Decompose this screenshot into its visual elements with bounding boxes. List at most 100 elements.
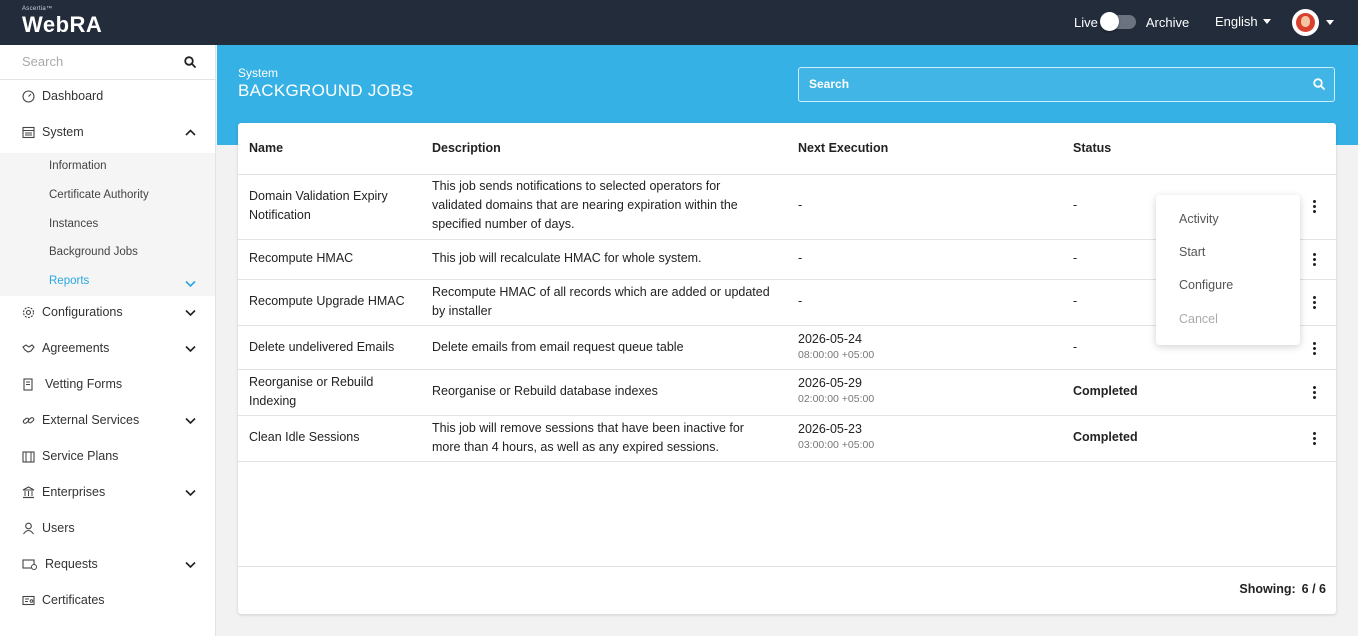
handshake-icon: [22, 343, 35, 353]
sidebar-item-label: Enterprises: [42, 485, 106, 499]
menu-item-activity[interactable]: Activity: [1179, 212, 1219, 226]
chevron-down-icon[interactable]: [185, 417, 196, 424]
system-icon: [22, 126, 35, 138]
next-execution-date: 2026-05-23: [798, 422, 862, 436]
sidebar-item-vetting-forms[interactable]: Vetting Forms: [0, 366, 215, 402]
menu-item-cancel: Cancel: [1179, 312, 1218, 326]
archive-label: Archive: [1145, 14, 1190, 30]
sidebar-item-dashboard[interactable]: Dashboard: [0, 78, 215, 114]
sidebar-item-users[interactable]: Users: [0, 510, 215, 546]
next-execution-date: 2026-05-29: [798, 376, 862, 390]
chevron-down-icon[interactable]: [185, 489, 196, 496]
sidebar-item-label: Certificates: [42, 593, 105, 607]
column-header-description[interactable]: Description: [432, 141, 501, 155]
system-submenu: Information Certificate Authority Instan…: [0, 153, 215, 296]
sidebar-search-input[interactable]: [22, 54, 172, 69]
link-icon: [22, 416, 35, 424]
sidebar-item-configurations[interactable]: Configurations: [0, 294, 215, 330]
job-status: -: [1073, 251, 1078, 265]
sidebar-item-enterprises[interactable]: Enterprises: [0, 474, 215, 510]
sidebar-item-agreements[interactable]: Agreements: [0, 330, 215, 366]
user-icon: [23, 522, 34, 534]
sidebar-item-label: Service Plans: [42, 449, 119, 463]
menu-item-configure[interactable]: Configure: [1179, 278, 1233, 292]
brand-name: WebRA: [22, 12, 103, 37]
chevron-down-icon[interactable]: [185, 345, 196, 352]
job-next-execution: 2026-05-23 03:00:00 +05:00: [798, 421, 874, 452]
job-description: This job will recalculate HMAC for whole…: [432, 251, 702, 265]
sidebar-subitem-background-jobs[interactable]: Background Jobs: [49, 246, 138, 258]
next-execution-time: 02:00:00 +05:00: [798, 393, 875, 405]
avatar: [1292, 9, 1319, 36]
chevron-down-icon[interactable]: [185, 280, 196, 287]
live-label: Live: [1074, 14, 1098, 30]
bank-icon: [22, 485, 35, 498]
showing-label: Showing:: [1239, 582, 1296, 596]
menu-item-start[interactable]: Start: [1179, 245, 1205, 259]
row-actions-kebab-icon[interactable]: [1309, 199, 1319, 215]
column-header-name[interactable]: Name: [249, 141, 283, 155]
jobs-search: [798, 67, 1335, 102]
search-icon[interactable]: [184, 56, 196, 68]
sidebar-item-certificates[interactable]: Certificates: [0, 582, 215, 618]
sidebar-item-label: Users: [42, 521, 75, 535]
sidebar-subitem-information[interactable]: Information: [49, 160, 107, 172]
table-row[interactable]: Reorganise or Rebuild Indexing Reorganis…: [238, 370, 1336, 416]
job-name: Reorganise or Rebuild Indexing: [249, 375, 374, 408]
row-actions-kebab-icon[interactable]: [1309, 431, 1319, 447]
row-actions-kebab-icon[interactable]: [1309, 295, 1319, 311]
sidebar-item-label: System: [42, 125, 84, 139]
sidebar: Dashboard System Information Certificate…: [0, 45, 216, 636]
job-name: Recompute HMAC: [249, 251, 354, 265]
job-next-execution: -: [798, 251, 803, 265]
sidebar-subitem-instances[interactable]: Instances: [49, 218, 98, 230]
breadcrumb[interactable]: System: [238, 66, 278, 80]
sidebar-subitem-reports[interactable]: Reports: [49, 275, 89, 287]
sidebar-item-external-services[interactable]: External Services: [0, 402, 215, 438]
sidebar-item-label: Agreements: [42, 341, 110, 355]
chevron-down-icon[interactable]: [185, 561, 196, 568]
requests-icon: [22, 558, 37, 570]
sidebar-item-requests[interactable]: Requests: [0, 546, 215, 582]
job-next-execution: -: [798, 198, 803, 212]
chevron-up-icon[interactable]: [185, 128, 196, 136]
language-selector[interactable]: English: [1215, 14, 1271, 29]
job-status: Completed: [1073, 384, 1138, 398]
search-icon[interactable]: [1313, 78, 1325, 90]
brand-logo[interactable]: Ascertia™ WebRA: [22, 6, 102, 38]
job-name: Recompute Upgrade HMAC: [249, 294, 405, 308]
row-actions-menu: Activity Start Configure Cancel: [1156, 195, 1300, 345]
row-actions-kebab-icon[interactable]: [1309, 341, 1319, 357]
sidebar-item-label: Configurations: [42, 305, 123, 319]
job-next-execution: 2026-05-24 08:00:00 +05:00: [798, 331, 874, 362]
live-archive-toggle[interactable]: [1099, 12, 1136, 31]
column-header-status[interactable]: Status: [1073, 141, 1111, 155]
job-description: Recompute HMAC of all records which are …: [432, 285, 770, 318]
sidebar-subitem-certificate-authority[interactable]: Certificate Authority: [49, 189, 149, 201]
column-header-next-execution[interactable]: Next Execution: [798, 141, 888, 155]
sidebar-search: [0, 45, 215, 80]
user-menu[interactable]: [1292, 9, 1334, 36]
pagination-summary: Showing: 6 / 6: [1239, 582, 1326, 596]
job-next-execution: -: [798, 294, 803, 308]
sidebar-item-service-plans[interactable]: Service Plans: [0, 438, 215, 474]
showing-count: 6 / 6: [1301, 582, 1326, 596]
search-input[interactable]: [809, 77, 1289, 91]
table-footer: Showing: 6 / 6: [238, 566, 1336, 614]
chevron-down-icon[interactable]: [185, 309, 196, 316]
job-status: -: [1073, 340, 1078, 354]
form-icon: [23, 377, 33, 391]
table-header: Name Description Next Execution Status: [238, 123, 1336, 175]
table-row[interactable]: Clean Idle Sessions This job will remove…: [238, 416, 1336, 462]
job-name: Clean Idle Sessions: [249, 430, 360, 444]
dashboard-icon: [22, 89, 35, 103]
gear-icon: [22, 306, 35, 318]
sidebar-item-system[interactable]: System: [0, 114, 215, 150]
caret-down-icon: [1326, 20, 1334, 25]
row-actions-kebab-icon[interactable]: [1309, 252, 1319, 268]
next-execution-date: 2026-05-24: [798, 332, 862, 346]
caret-down-icon: [1262, 19, 1271, 24]
sidebar-item-label: Requests: [45, 557, 98, 571]
job-status: -: [1073, 198, 1078, 212]
row-actions-kebab-icon[interactable]: [1309, 385, 1319, 401]
